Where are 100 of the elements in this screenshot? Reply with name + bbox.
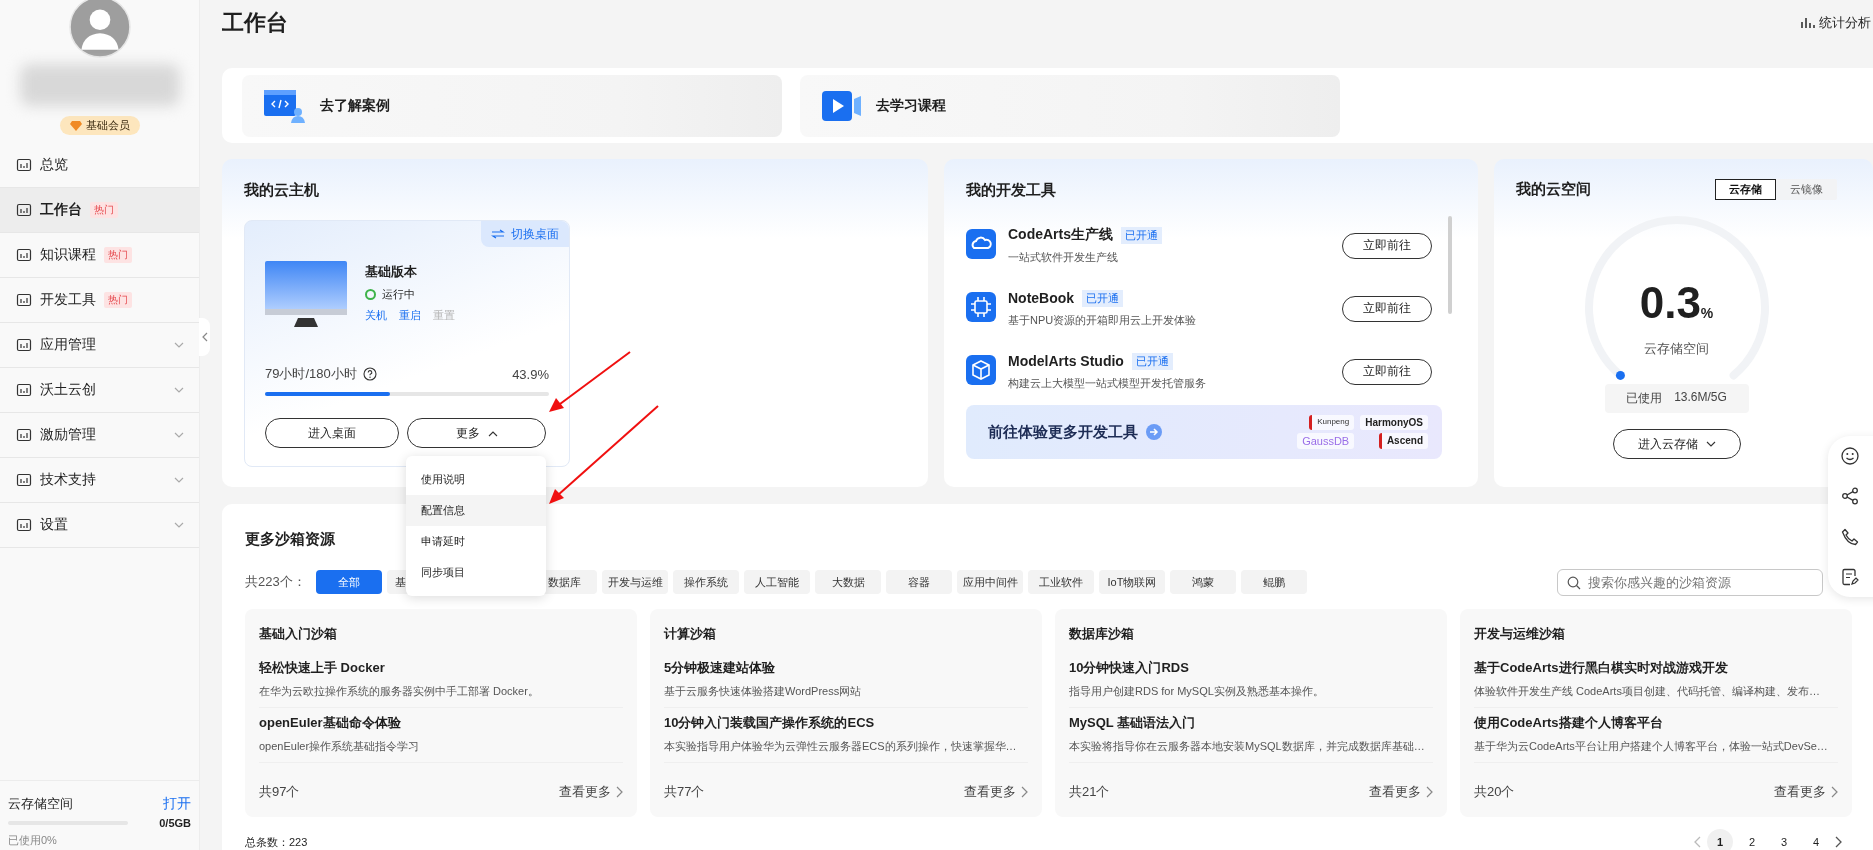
usage-percent: 43.9%	[512, 366, 549, 382]
status-tag: 已开通	[1131, 352, 1173, 370]
statistics-link[interactable]: 统计分析	[1801, 14, 1871, 32]
cloud-icon	[966, 228, 996, 259]
chip-icon	[966, 291, 996, 322]
page-button[interactable]: 1	[1707, 829, 1733, 850]
category-tab[interactable]: 鸿蒙	[1170, 570, 1236, 594]
nav-item[interactable]: 沃土云创	[0, 368, 199, 413]
used-box: 已使用 13.6M/5G	[1604, 384, 1749, 413]
enter-desktop-button[interactable]: 进入桌面	[265, 418, 399, 448]
view-more-link[interactable]: 查看更多	[559, 783, 623, 801]
category-tab[interactable]: 容器	[886, 570, 952, 594]
category-tab[interactable]: 操作系统	[673, 570, 739, 594]
sandbox-item[interactable]: 10分钟入门装载国产操作系统的ECS 本实验指导用户体验华为云弹性云服务器ECS的系列操作，快速掌握华…	[664, 708, 1028, 763]
shortcut-card[interactable]: 去学习课程	[800, 74, 1340, 137]
enter-storage-button[interactable]: 进入云存储	[1612, 429, 1741, 459]
note-icon[interactable]	[1841, 567, 1859, 586]
card-title: 基础入门沙箱	[259, 625, 338, 643]
storage-tab[interactable]: 云镜像	[1776, 179, 1837, 200]
unit-label: %	[1700, 305, 1714, 321]
collapse-handle[interactable]	[199, 318, 210, 356]
nav-item[interactable]: 开发工具 热门	[0, 278, 199, 323]
tool-description: 基于NPU资源的开箱即用云上开发体验	[1008, 312, 1198, 328]
sandbox-item[interactable]: 使用CodeArts搭建个人博客平台 基于华为云CodeArts平台让用户搭建个人博客平台，体验一站式DevSe…	[1474, 708, 1838, 763]
chevron-right-icon	[1831, 786, 1838, 798]
go-button[interactable]: 立即前往	[1342, 232, 1432, 259]
arrow-right-icon	[1146, 424, 1162, 440]
host-action-link[interactable]: 关机	[365, 308, 387, 323]
sandbox-item[interactable]: 10分钟快速入门RDS 指导用户创建RDS for MySQL实例及熟悉基本操作。	[1069, 653, 1433, 708]
page-button[interactable]: 3	[1771, 829, 1797, 850]
gauge-caption: 云存储空间	[1643, 340, 1710, 358]
category-tab[interactable]: 大数据	[815, 570, 881, 594]
page-button[interactable]: 4	[1803, 829, 1829, 850]
tool-description: 一站式软件开发生产线	[1008, 250, 1119, 265]
partner-logo: GaussDB	[1297, 433, 1355, 449]
item-count: 共21个	[1069, 783, 1110, 801]
phone-icon[interactable]	[1841, 527, 1859, 546]
bar-chart-icon	[16, 157, 32, 173]
swap-icon	[491, 229, 505, 239]
view-more-link[interactable]: 查看更多	[1774, 783, 1838, 801]
chevron-right-icon	[1021, 786, 1028, 798]
search-icon	[1567, 575, 1581, 590]
panel-title: 我的云空间	[1516, 180, 1591, 199]
code-window-icon	[264, 87, 306, 124]
sandbox-item[interactable]: openEuler基础命令体验 openEuler操作系统基础指令学习	[259, 708, 623, 763]
nav-item[interactable]: 设置	[0, 503, 199, 548]
view-more-link[interactable]: 查看更多	[1369, 783, 1433, 801]
menu-item[interactable]: 使用说明	[406, 464, 546, 495]
smiley-icon[interactable]	[1841, 447, 1859, 466]
next-page-icon[interactable]	[1835, 836, 1843, 848]
bar-chart-icon	[16, 517, 32, 533]
tool-description: 构建云上大模型一站式模型开发托管服务	[1008, 375, 1207, 391]
usage-hours: 79小时/180小时	[265, 365, 357, 383]
chevron-right-icon	[616, 786, 623, 798]
promo-banner[interactable]: 前往体验更多开发工具 Kunpeng HarmonyOS GaussDB Ascend	[966, 405, 1442, 459]
go-button[interactable]: 立即前往	[1342, 358, 1432, 385]
storage-title: 云存储空间	[8, 795, 73, 813]
help-icon[interactable]	[362, 367, 377, 381]
usage-value: 0.3	[1639, 278, 1701, 328]
storage-tab[interactable]: 云存储	[1715, 179, 1776, 200]
nav-item[interactable]: 工作台 热门	[0, 188, 199, 233]
menu-item[interactable]: 配置信息	[406, 495, 546, 526]
page-button[interactable]: 2	[1739, 829, 1765, 850]
bar-chart-icon	[1801, 17, 1815, 29]
total-items: 总条数：223	[245, 834, 308, 850]
sandbox-item[interactable]: 基于CodeArts进行黑白棋实时对战游戏开发 体验软件开发生产线 CodeArts项目创建、代码托管、编译构建、发布…	[1474, 653, 1838, 708]
item-count: 共77个	[664, 783, 705, 801]
host-action-link[interactable]: 重启	[399, 308, 421, 323]
panel-title: 我的云主机	[244, 180, 320, 200]
sandbox-item[interactable]: 5分钟极速建站体验 基于云服务快速体验搭建WordPress网站	[664, 653, 1028, 708]
switch-desktop-button[interactable]: 切换桌面	[481, 221, 569, 247]
nav-item[interactable]: 技术支持	[0, 458, 199, 503]
category-tab[interactable]: 人工智能	[744, 570, 810, 594]
sandbox-item[interactable]: 轻松快速上手 Docker 在华为云欧拉操作系统的服务器实例中手工部署 Docker。	[259, 653, 623, 708]
share-icon[interactable]	[1841, 487, 1859, 506]
more-button[interactable]: 更多	[407, 418, 546, 448]
storage-used: 已使用0%	[8, 833, 58, 848]
category-tab[interactable]: 鲲鹏	[1241, 570, 1307, 594]
menu-item[interactable]: 申请延时	[406, 526, 546, 557]
bar-chart-icon	[16, 202, 32, 218]
nav-item[interactable]: 知识课程 热门	[0, 233, 199, 278]
status-tag: 已开通	[1082, 289, 1124, 307]
sandbox-item[interactable]: MySQL 基础语法入门 本实验将指导你在云服务器本地安装MySQL数据库，并完成数据库基础…	[1069, 708, 1433, 763]
category-tab[interactable]: 全部	[316, 570, 382, 594]
bar-chart-icon	[16, 247, 32, 263]
nav-item[interactable]: 激励管理	[0, 413, 199, 458]
partner-logo: Ascend	[1378, 433, 1428, 449]
status-indicator: 运行中	[365, 287, 455, 302]
go-button[interactable]: 立即前往	[1342, 295, 1432, 322]
category-tab[interactable]: 工业软件	[1028, 570, 1094, 594]
shortcut-card[interactable]: 去了解案例	[242, 74, 782, 137]
view-more-link[interactable]: 查看更多	[964, 783, 1028, 801]
search-field[interactable]: 搜索你感兴趣的沙箱资源	[1557, 568, 1823, 596]
category-tab[interactable]: IoT物联网	[1099, 570, 1165, 594]
open-link[interactable]: 打开	[163, 795, 191, 813]
category-tab[interactable]: 应用中间件	[957, 570, 1023, 594]
chevron-right-icon	[1426, 786, 1433, 798]
tool-name: CodeArts生产线	[1008, 226, 1113, 244]
category-tab[interactable]: 开发与运维	[602, 570, 668, 594]
bar-chart-icon	[16, 292, 32, 308]
